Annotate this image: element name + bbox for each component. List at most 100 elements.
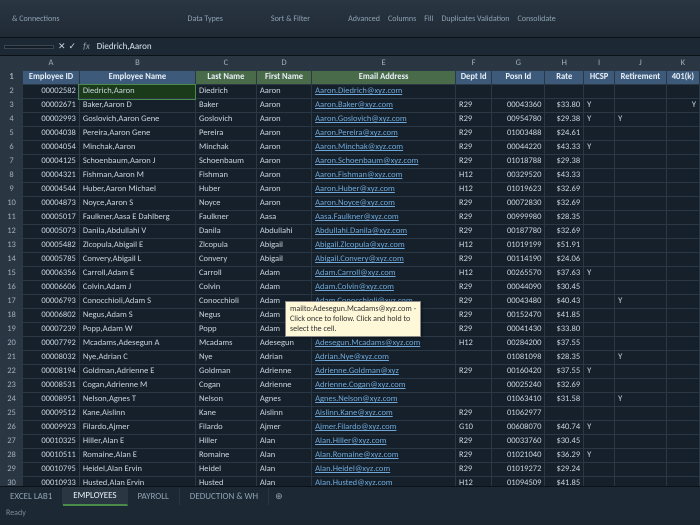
cell-name[interactable]: Fishman,Aaron M: [79, 169, 195, 183]
cell-id[interactable]: 00005785: [23, 253, 80, 267]
cell-lastname[interactable]: Kane: [195, 407, 256, 421]
select-all[interactable]: [1, 57, 23, 71]
tab-deduction[interactable]: DEDUCTION & WH: [180, 488, 269, 505]
cell-name[interactable]: Conocchioli,Adam S: [79, 295, 195, 309]
cell-firstname[interactable]: Adrienne: [256, 365, 311, 379]
cell-email[interactable]: Aaron.Pereira@xyz.com: [312, 127, 456, 141]
cell-dept[interactable]: R29: [455, 449, 491, 463]
cell-lastname[interactable]: Popp: [195, 323, 256, 337]
cell-posn[interactable]: 00043480: [492, 295, 545, 309]
cell-401k[interactable]: [666, 421, 699, 435]
cell-retirement[interactable]: [615, 435, 667, 449]
cell-401k[interactable]: [666, 141, 699, 155]
cell-name[interactable]: Goslovich,Aaron Gene: [79, 113, 195, 127]
row-num[interactable]: 22: [1, 365, 23, 379]
cell-id[interactable]: 00004125: [23, 155, 80, 169]
cell-email[interactable]: Abigail.Convery@xyz.com: [312, 253, 456, 267]
cell-401k[interactable]: [666, 477, 699, 487]
add-sheet-icon[interactable]: ⊕: [269, 491, 289, 502]
cell-id[interactable]: 00008531: [23, 379, 80, 393]
cell-401k[interactable]: [666, 267, 699, 281]
col-C[interactable]: C: [195, 57, 256, 71]
cell-hcsp[interactable]: [584, 309, 615, 323]
hdr-retirement[interactable]: Retirement: [615, 71, 667, 85]
cell-firstname[interactable]: Aasa: [256, 211, 311, 225]
cell-retirement[interactable]: [615, 379, 667, 393]
cell-retirement[interactable]: Y: [615, 113, 667, 127]
cell-retirement[interactable]: Y: [615, 393, 667, 407]
tab-payroll[interactable]: PAYROLL: [128, 488, 180, 505]
grid[interactable]: A B C D E F G H I J K 1 Employee ID Empl…: [0, 56, 700, 486]
cell-name[interactable]: Nelson,Agnes T: [79, 393, 195, 407]
cell-firstname[interactable]: Adrian: [256, 351, 311, 365]
cell-dept[interactable]: R29: [455, 295, 491, 309]
cell-lastname[interactable]: Conocchioli: [195, 295, 256, 309]
cell-firstname[interactable]: Aaron: [256, 183, 311, 197]
cell-id[interactable]: 00010511: [23, 449, 80, 463]
cell-lastname[interactable]: Minchak: [195, 141, 256, 155]
ribbon-group-sortfilter[interactable]: Sort & Filter: [267, 12, 314, 26]
cell-rate[interactable]: $28.35: [545, 351, 584, 365]
cell-dept[interactable]: H12: [455, 183, 491, 197]
cell-lastname[interactable]: Diedrich: [195, 85, 256, 99]
cell-id[interactable]: 00007792: [23, 337, 80, 351]
cell-401k[interactable]: [666, 239, 699, 253]
cell-retirement[interactable]: [615, 99, 667, 113]
cell-dept[interactable]: R29: [455, 225, 491, 239]
row-num[interactable]: 29: [1, 463, 23, 477]
row-num[interactable]: 13: [1, 239, 23, 253]
cell-retirement[interactable]: [615, 281, 667, 295]
hdr-employee-id[interactable]: Employee ID: [23, 71, 80, 85]
cell-id[interactable]: 00004321: [23, 169, 80, 183]
row-num[interactable]: 11: [1, 211, 23, 225]
cell-rate[interactable]: $32.69: [545, 197, 584, 211]
cell-firstname[interactable]: Adrienne: [256, 379, 311, 393]
cell-rate[interactable]: $32.69: [545, 225, 584, 239]
cell-hcsp[interactable]: [584, 253, 615, 267]
cell-retirement[interactable]: [615, 337, 667, 351]
cell-dept[interactable]: [455, 85, 491, 99]
cell-dept[interactable]: [455, 393, 491, 407]
cell-email[interactable]: Aaron.Diedrich@xyz.com: [312, 85, 456, 99]
cell-rate[interactable]: $37.63: [545, 267, 584, 281]
row-num-1[interactable]: 1: [1, 71, 23, 85]
cell-hcsp[interactable]: [584, 295, 615, 309]
row-num[interactable]: 10: [1, 197, 23, 211]
cell-rate[interactable]: $40.74: [545, 421, 584, 435]
ribbon-consolidate[interactable]: Consolidate: [513, 12, 559, 26]
cell-firstname[interactable]: Abdullahi: [256, 225, 311, 239]
hdr-hcsp[interactable]: HCSP: [584, 71, 615, 85]
col-G[interactable]: G: [492, 57, 545, 71]
row-num[interactable]: 18: [1, 309, 23, 323]
cell-lastname[interactable]: Fishman: [195, 169, 256, 183]
cell-401k[interactable]: [666, 127, 699, 141]
cell-id[interactable]: 00010325: [23, 435, 80, 449]
row-num[interactable]: 20: [1, 337, 23, 351]
cell-hcsp[interactable]: [584, 477, 615, 487]
ribbon-advanced[interactable]: Advanced: [344, 12, 384, 26]
cell-401k[interactable]: [666, 407, 699, 421]
row-num[interactable]: 17: [1, 295, 23, 309]
cell-id[interactable]: 00006802: [23, 309, 80, 323]
cell-hcsp[interactable]: Y: [584, 267, 615, 281]
row-num[interactable]: 9: [1, 183, 23, 197]
cell-rate[interactable]: $33.80: [545, 99, 584, 113]
cell-lastname[interactable]: Cogan: [195, 379, 256, 393]
cell-retirement[interactable]: [615, 225, 667, 239]
col-A[interactable]: A: [23, 57, 80, 71]
hdr-dept[interactable]: Dept Id: [455, 71, 491, 85]
cell-firstname[interactable]: Abigail: [256, 239, 311, 253]
cell-hcsp[interactable]: Y: [584, 449, 615, 463]
cell-id[interactable]: 00008194: [23, 365, 80, 379]
cell-id[interactable]: 00009512: [23, 407, 80, 421]
cell-retirement[interactable]: [615, 267, 667, 281]
tab-employees[interactable]: EMPLOYEES: [63, 487, 127, 506]
cell-id[interactable]: 00009923: [23, 421, 80, 435]
cell-retirement[interactable]: [615, 463, 667, 477]
cell-401k[interactable]: [666, 197, 699, 211]
hdr-posn[interactable]: Posn Id: [492, 71, 545, 85]
cell-name[interactable]: Kane,Aislinn: [79, 407, 195, 421]
cell-firstname[interactable]: Aislinn: [256, 407, 311, 421]
cell-firstname[interactable]: Aaron: [256, 127, 311, 141]
cell-hcsp[interactable]: [584, 169, 615, 183]
